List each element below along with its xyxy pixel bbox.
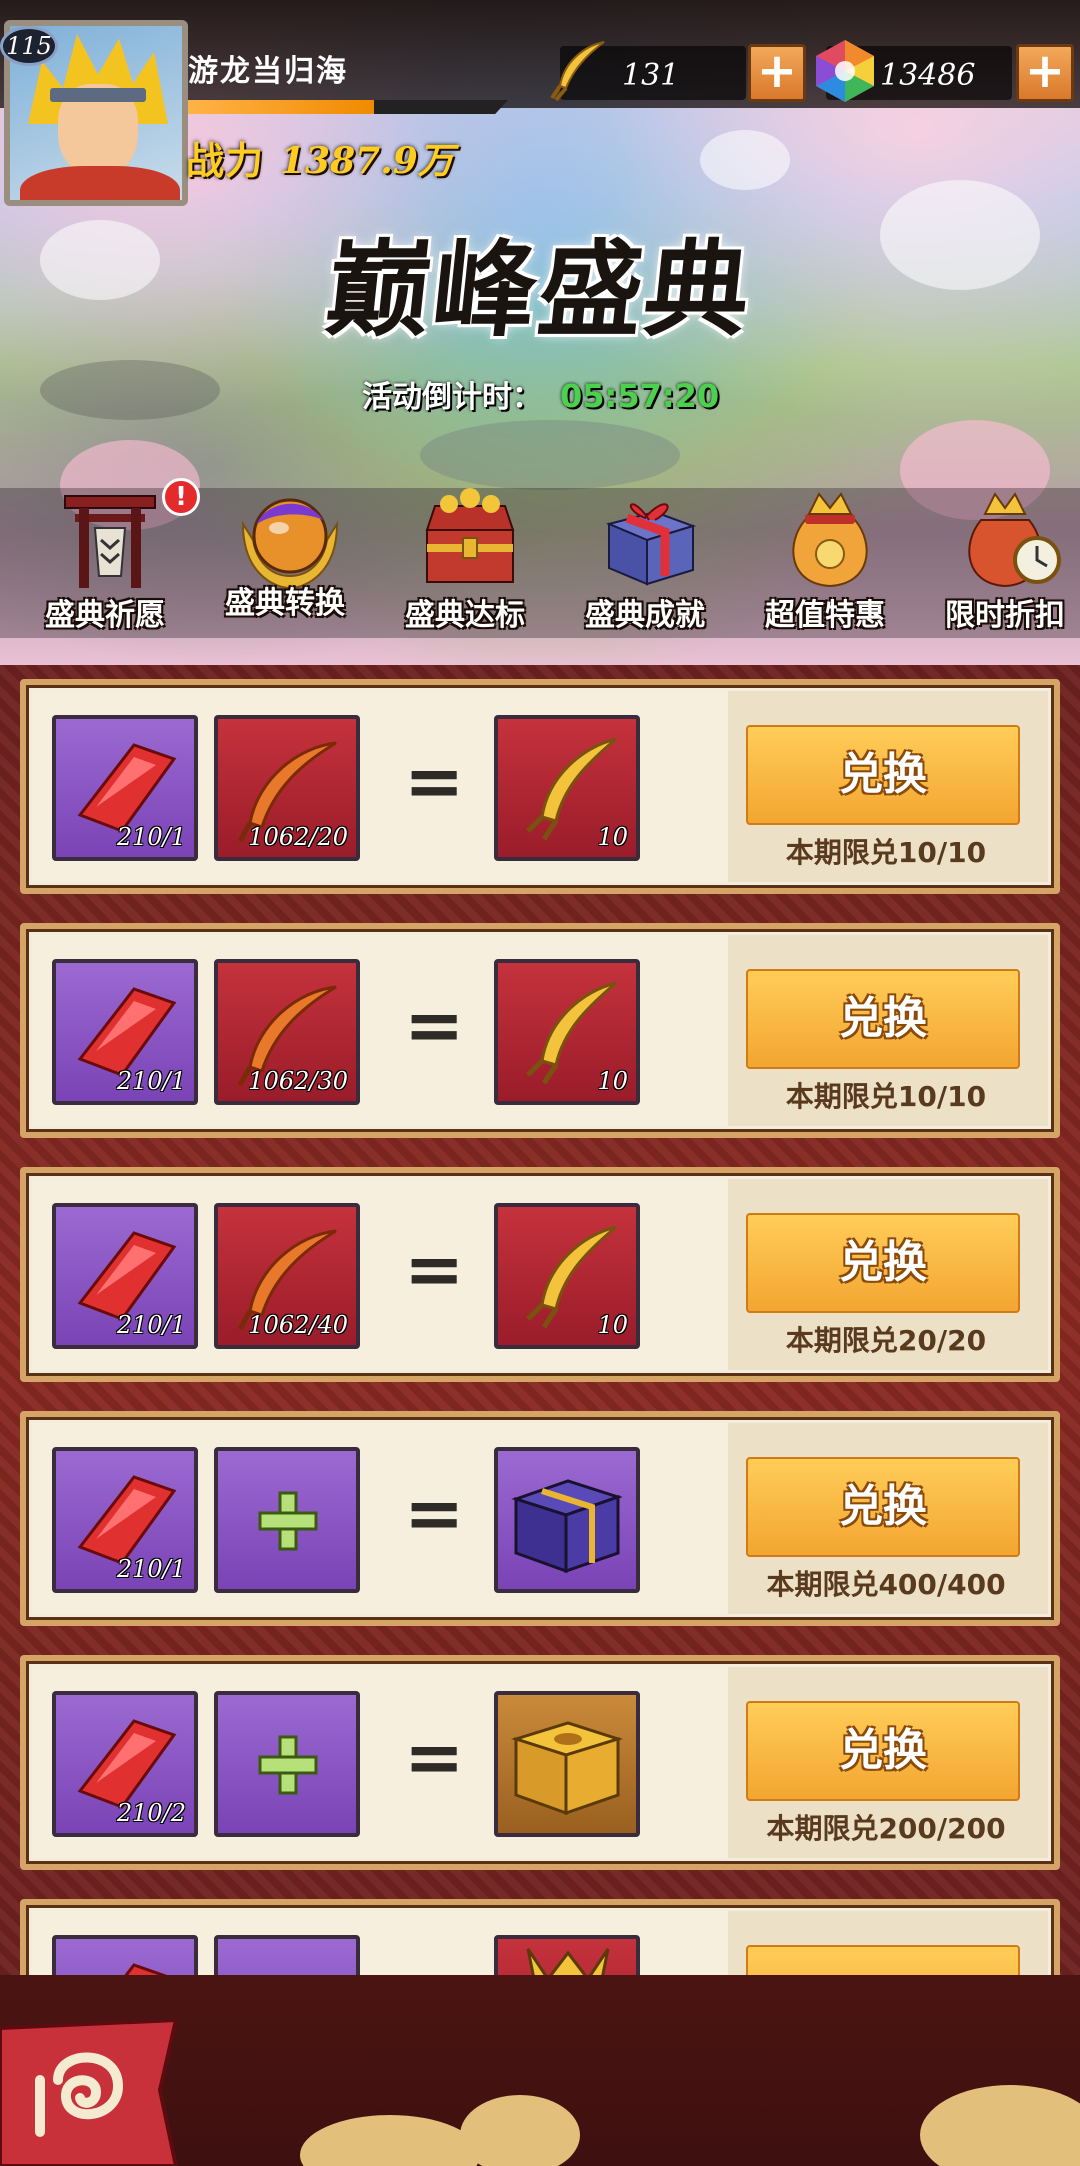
item-count: 210/1 (116, 1555, 186, 1583)
clock-bag-icon (968, 492, 1061, 588)
cloud-decoration (300, 2115, 480, 2166)
tab-achievement[interactable]: 盛典成就 (560, 470, 730, 640)
exchange-limit: 本期限兑20/20 (785, 1324, 987, 1357)
exchange-button[interactable]: 兑换 (746, 1457, 1020, 1557)
output-item-slot[interactable] (494, 1691, 640, 1837)
exchange-limit: 本期限兑400/400 (766, 1568, 1006, 1601)
treasure-chest-icon (425, 488, 515, 583)
tab-limited-discount[interactable]: 限时折扣 (920, 470, 1080, 640)
output-item-slot[interactable]: 10 (494, 715, 640, 861)
tab-label: 盛典成就 (585, 598, 705, 633)
exchange-row (20, 1899, 1060, 1975)
money-bag-icon (792, 492, 868, 588)
add-item-slot[interactable] (214, 1935, 360, 1975)
event-title: 巅峰盛典 (320, 228, 758, 351)
item-count: 10 (597, 823, 628, 851)
add-item-slot[interactable] (214, 1447, 360, 1593)
output-item-slot[interactable] (494, 1935, 640, 1975)
feather-icon (550, 41, 605, 102)
equals-sign: = (404, 1227, 465, 1311)
countdown-label: 活动倒计时： (362, 380, 542, 415)
item-count: 10 (597, 1067, 628, 1095)
item-count: 1062/40 (248, 1311, 348, 1339)
equals-sign: = (404, 1471, 465, 1555)
tab-exchange[interactable]: 盛典转换 (200, 470, 370, 640)
exchange-button[interactable]: 兑换 (746, 969, 1020, 1069)
equals-sign: = (404, 983, 465, 1067)
purple-box-icon (511, 1479, 623, 1574)
input-item-slot[interactable]: 210/1 (52, 959, 198, 1105)
back-button[interactable] (0, 2020, 182, 2166)
shrine-gate-icon (64, 495, 156, 588)
gold-box-icon (510, 1721, 624, 1816)
add-gem-button[interactable]: + (1016, 44, 1074, 102)
tab-label: 限时折扣 (945, 598, 1065, 633)
exchange-button[interactable]: 兑换 (746, 1213, 1020, 1313)
exchange-limit: 本期限兑10/10 (785, 1080, 987, 1113)
output-item-slot[interactable]: 10 (494, 959, 640, 1105)
player-name: 游龙当归海 (188, 54, 348, 89)
tab-label: 盛典祈愿 (45, 598, 165, 633)
item-count: 1062/20 (248, 823, 348, 851)
item-count: 10 (597, 1311, 628, 1339)
exp-bar (188, 100, 508, 114)
item-count: 210/1 (116, 1311, 186, 1339)
gem-count: 13486 (880, 58, 976, 93)
tab-value-deal[interactable]: 超值特惠 (740, 470, 910, 640)
tab-milestone[interactable]: 盛典达标 (380, 470, 550, 640)
cloud-decoration (460, 2095, 580, 2166)
input-item-slot[interactable]: 1062/30 (214, 959, 360, 1105)
exchange-list[interactable]: 210/1 1062/20 = 10 兑换 本期限兑10/10 210/1 10… (0, 665, 1080, 1975)
countdown-time: 05:57:20 (560, 377, 720, 415)
exchange-limit: 本期限兑10/10 (785, 836, 987, 869)
power-label: 战力 (186, 138, 265, 183)
tab-label: 盛典转换 (225, 586, 345, 621)
exchange-button[interactable]: 兑换 (746, 1701, 1020, 1801)
exchange-row: 210/1 1062/30 = 10 兑换 本期限兑10/10 (20, 923, 1060, 1138)
add-feather-button[interactable]: + (748, 44, 806, 102)
gold-item-icon (526, 1948, 610, 1975)
level-badge: 115 (0, 26, 58, 66)
item-count: 1062/30 (248, 1067, 348, 1095)
input-item-slot[interactable]: 1062/20 (214, 715, 360, 861)
item-count: 210/2 (116, 1799, 186, 1827)
item-count: 210/1 (116, 1067, 186, 1095)
equals-sign: = (404, 739, 465, 823)
exchange-row: 210/1 1062/40 = 10 兑换 本期限兑20/20 (20, 1167, 1060, 1382)
plus-icon (258, 1735, 318, 1795)
exchange-row: 210/1 = 兑换 本期限兑400/400 (20, 1411, 1060, 1626)
exchange-row: 210/2 = 兑换 本期限兑200/200 (20, 1655, 1060, 1870)
input-item-slot[interactable]: 210/2 (52, 1691, 198, 1837)
exchange-row: 210/1 1062/20 = 10 兑换 本期限兑10/10 (20, 679, 1060, 894)
input-item-slot[interactable]: 210/1 (52, 715, 198, 861)
event-title-block: 巅峰盛典 (290, 205, 790, 375)
exp-bar-fill (188, 100, 374, 114)
input-item-slot[interactable]: 210/1 (52, 1447, 198, 1593)
power-value: 1387.9万 (280, 140, 454, 182)
gift-box-icon (605, 503, 697, 586)
add-item-slot[interactable] (214, 1691, 360, 1837)
input-item-slot[interactable]: 210/1 (52, 1203, 198, 1349)
tab-label: 超值特惠 (765, 598, 885, 633)
red-gem-icon (124, 1963, 168, 1975)
exchange-button[interactable]: 兑换 (746, 725, 1020, 825)
input-item-slot[interactable] (52, 1935, 198, 1975)
exchange-limit: 本期限兑200/200 (766, 1812, 1006, 1845)
equals-sign: = (404, 1715, 465, 1799)
output-item-slot[interactable]: 10 (494, 1203, 640, 1349)
output-item-slot[interactable] (494, 1447, 640, 1593)
plus-icon (258, 1491, 318, 1551)
cloud-decoration (920, 2085, 1080, 2166)
notification-badge: ! (162, 478, 200, 516)
gem-icon (816, 40, 874, 102)
item-count: 210/1 (116, 823, 186, 851)
feather-count: 131 (622, 58, 680, 93)
input-item-slot[interactable]: 1062/40 (214, 1203, 360, 1349)
exchange-button[interactable] (746, 1945, 1020, 1975)
countdown-row: 活动倒计时： 05:57:20 (362, 372, 742, 416)
tab-label: 盛典达标 (405, 598, 525, 633)
